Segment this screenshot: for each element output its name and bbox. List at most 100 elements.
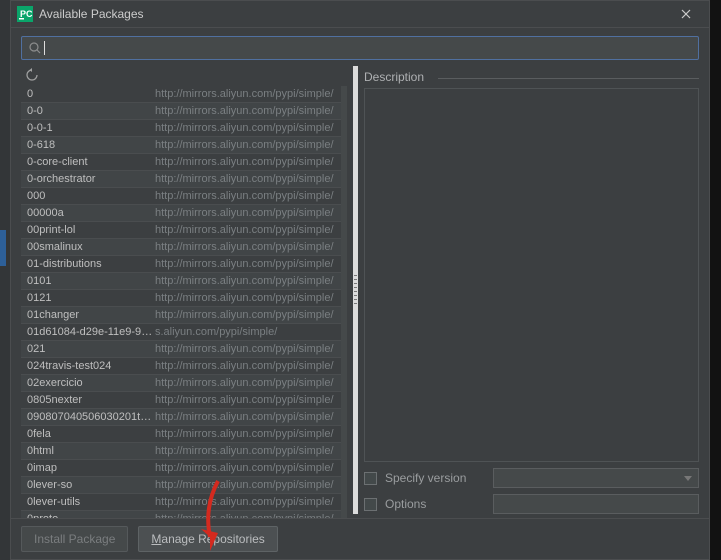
package-name: 00smalinux <box>27 241 155 253</box>
package-row[interactable]: 0101http://mirrors.aliyun.com/pypi/simpl… <box>21 273 341 290</box>
package-name: 090807040506030201testpip <box>27 411 155 423</box>
package-name: 0proto <box>27 513 155 518</box>
package-name: 0101 <box>27 275 155 287</box>
search-field[interactable] <box>49 40 692 56</box>
available-packages-dialog: PC Available Packages <box>10 0 710 560</box>
package-row[interactable]: 01d61084-d29e-11e9-96d1-7c5cf84ffe8es.al… <box>21 324 341 341</box>
titlebar: PC Available Packages <box>11 1 709 28</box>
package-row[interactable]: 0imaphttp://mirrors.aliyun.com/pypi/simp… <box>21 460 341 477</box>
package-repo: http://mirrors.aliyun.com/pypi/simple/ <box>155 275 341 287</box>
search-input[interactable] <box>21 36 699 60</box>
package-row[interactable]: 000http://mirrors.aliyun.com/pypi/simple… <box>21 188 341 205</box>
package-list-scrollbar[interactable] <box>341 86 347 518</box>
package-row[interactable]: 00smalinuxhttp://mirrors.aliyun.com/pypi… <box>21 239 341 256</box>
package-name: 024travis-test024 <box>27 360 155 372</box>
manage-repositories-button[interactable]: Manage Repositories <box>138 526 277 552</box>
package-repo: http://mirrors.aliyun.com/pypi/simple/ <box>155 156 341 168</box>
package-row[interactable]: 0-0-1http://mirrors.aliyun.com/pypi/simp… <box>21 120 341 137</box>
package-row[interactable]: 0-0http://mirrors.aliyun.com/pypi/simple… <box>21 103 341 120</box>
package-list[interactable]: 0http://mirrors.aliyun.com/pypi/simple/0… <box>21 86 347 518</box>
package-repo: http://mirrors.aliyun.com/pypi/simple/ <box>155 496 341 508</box>
package-name: 0html <box>27 445 155 457</box>
package-repo: http://mirrors.aliyun.com/pypi/simple/ <box>155 105 341 117</box>
options-label: Options <box>385 497 485 511</box>
window-title: Available Packages <box>39 7 669 21</box>
package-row[interactable]: 00000ahttp://mirrors.aliyun.com/pypi/sim… <box>21 205 341 222</box>
package-repo: http://mirrors.aliyun.com/pypi/simple/ <box>155 241 341 253</box>
package-name: 0 <box>27 88 155 100</box>
package-row[interactable]: 01-distributionshttp://mirrors.aliyun.co… <box>21 256 341 273</box>
package-repo: http://mirrors.aliyun.com/pypi/simple/ <box>155 462 341 474</box>
options-input[interactable] <box>493 494 699 514</box>
package-repo: http://mirrors.aliyun.com/pypi/simple/ <box>155 479 341 491</box>
package-repo: http://mirrors.aliyun.com/pypi/simple/ <box>155 343 341 355</box>
package-repo: http://mirrors.aliyun.com/pypi/simple/ <box>155 309 341 321</box>
package-row[interactable]: 090807040506030201testpiphttp://mirrors.… <box>21 409 341 426</box>
manage-repositories-label: Manage Repositories <box>151 532 264 546</box>
package-name: 0-618 <box>27 139 155 151</box>
package-name: 0-0 <box>27 105 155 117</box>
package-name: 0121 <box>27 292 155 304</box>
close-button[interactable] <box>669 3 703 25</box>
package-repo: http://mirrors.aliyun.com/pypi/simple/ <box>155 292 341 304</box>
description-header: Description <box>364 70 699 86</box>
package-row[interactable]: 00print-lolhttp://mirrors.aliyun.com/pyp… <box>21 222 341 239</box>
package-row[interactable]: 0protohttp://mirrors.aliyun.com/pypi/sim… <box>21 511 341 518</box>
package-repo: http://mirrors.aliyun.com/pypi/simple/ <box>155 122 341 134</box>
package-name: 02exercicio <box>27 377 155 389</box>
package-repo: http://mirrors.aliyun.com/pypi/simple/ <box>155 513 341 518</box>
specify-version-label: Specify version <box>385 471 485 485</box>
package-row[interactable]: 01changerhttp://mirrors.aliyun.com/pypi/… <box>21 307 341 324</box>
pycharm-icon: PC <box>17 6 33 22</box>
search-icon <box>28 41 42 55</box>
package-name: 0lever-utils <box>27 496 155 508</box>
svg-text:PC: PC <box>20 9 33 19</box>
package-name: 0805nexter <box>27 394 155 406</box>
package-name: 0lever-so <box>27 479 155 491</box>
package-repo: http://mirrors.aliyun.com/pypi/simple/ <box>155 394 341 406</box>
package-name: 021 <box>27 343 155 355</box>
package-row[interactable]: 0-618http://mirrors.aliyun.com/pypi/simp… <box>21 137 341 154</box>
package-row[interactable]: 0-orchestratorhttp://mirrors.aliyun.com/… <box>21 171 341 188</box>
package-repo: http://mirrors.aliyun.com/pypi/simple/ <box>155 360 341 372</box>
package-row[interactable]: 02exerciciohttp://mirrors.aliyun.com/pyp… <box>21 375 341 392</box>
splitter[interactable] <box>353 66 358 514</box>
package-row[interactable]: 0http://mirrors.aliyun.com/pypi/simple/ <box>21 86 341 103</box>
package-name: 0fela <box>27 428 155 440</box>
specify-version-checkbox[interactable] <box>364 472 377 485</box>
package-repo: http://mirrors.aliyun.com/pypi/simple/ <box>155 207 341 219</box>
install-package-label: Install Package <box>34 532 115 546</box>
package-name: 01changer <box>27 309 155 321</box>
description-label: Description <box>364 70 424 84</box>
options-checkbox[interactable] <box>364 498 377 511</box>
package-name: 01-distributions <box>27 258 155 270</box>
package-row[interactable]: 0805nexterhttp://mirrors.aliyun.com/pypi… <box>21 392 341 409</box>
package-repo: http://mirrors.aliyun.com/pypi/simple/ <box>155 445 341 457</box>
package-name: 01d61084-d29e-11e9-96d1-7c5cf84ffe8e <box>27 326 155 338</box>
package-row[interactable]: 0felahttp://mirrors.aliyun.com/pypi/simp… <box>21 426 341 443</box>
package-name: 0imap <box>27 462 155 474</box>
package-row[interactable]: 0lever-utilshttp://mirrors.aliyun.com/py… <box>21 494 341 511</box>
package-repo: http://mirrors.aliyun.com/pypi/simple/ <box>155 173 341 185</box>
package-row[interactable]: 024travis-test024http://mirrors.aliyun.c… <box>21 358 341 375</box>
package-repo: http://mirrors.aliyun.com/pypi/simple/ <box>155 258 341 270</box>
package-name: 0-core-client <box>27 156 155 168</box>
package-repo: http://mirrors.aliyun.com/pypi/simple/ <box>155 411 341 423</box>
package-name: 0-0-1 <box>27 122 155 134</box>
package-repo: s.aliyun.com/pypi/simple/ <box>155 326 341 338</box>
install-package-button[interactable]: Install Package <box>21 526 128 552</box>
package-row[interactable]: 0-core-clienthttp://mirrors.aliyun.com/p… <box>21 154 341 171</box>
package-repo: http://mirrors.aliyun.com/pypi/simple/ <box>155 190 341 202</box>
package-name: 0-orchestrator <box>27 173 155 185</box>
package-row[interactable]: 0121http://mirrors.aliyun.com/pypi/simpl… <box>21 290 341 307</box>
package-row[interactable]: 0htmlhttp://mirrors.aliyun.com/pypi/simp… <box>21 443 341 460</box>
description-body <box>364 88 699 462</box>
package-repo: http://mirrors.aliyun.com/pypi/simple/ <box>155 139 341 151</box>
package-name: 00print-lol <box>27 224 155 236</box>
package-repo: http://mirrors.aliyun.com/pypi/simple/ <box>155 377 341 389</box>
package-row[interactable]: 0lever-sohttp://mirrors.aliyun.com/pypi/… <box>21 477 341 494</box>
specify-version-select[interactable] <box>493 468 699 488</box>
package-row[interactable]: 021http://mirrors.aliyun.com/pypi/simple… <box>21 341 341 358</box>
package-repo: http://mirrors.aliyun.com/pypi/simple/ <box>155 224 341 236</box>
refresh-icon[interactable] <box>25 68 39 85</box>
